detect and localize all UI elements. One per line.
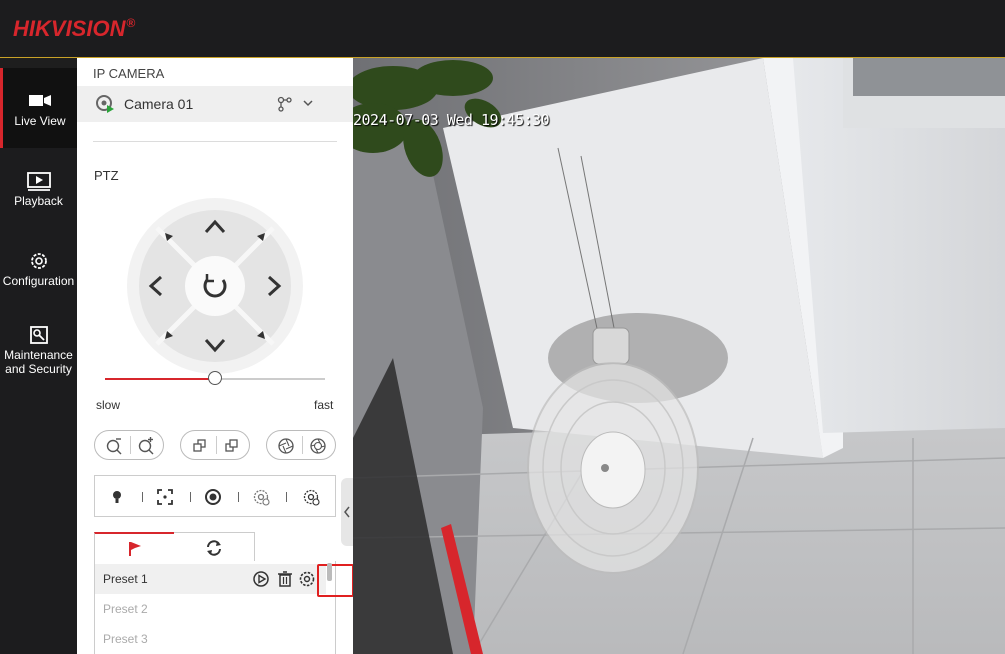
speed-slider-fill xyxy=(105,378,215,380)
zoom-control xyxy=(94,430,164,460)
preset-settings-icon[interactable] xyxy=(296,568,318,590)
chevron-left-icon xyxy=(344,506,350,518)
chevron-down-icon[interactable] xyxy=(302,98,314,108)
hikvision-logo: HIKVISION® xyxy=(13,16,135,42)
gear-icon xyxy=(30,253,47,269)
3d-positioning-icon[interactable] xyxy=(155,487,175,507)
nav-label-live-view: Live View xyxy=(14,114,66,128)
camera-selector[interactable]: Camera 01 xyxy=(77,86,353,122)
logo-text-hik: HIK xyxy=(13,16,51,41)
pill-separator xyxy=(302,436,303,454)
zoom-in-icon[interactable] xyxy=(135,435,157,457)
top-header: HIKVISION® xyxy=(0,0,1005,58)
nav-label-playback: Playback xyxy=(14,194,63,208)
iris-open-icon[interactable] xyxy=(275,435,297,457)
ip-camera-icon xyxy=(96,95,114,113)
logo-registered-mark: ® xyxy=(126,16,136,30)
ptz-settings-icon[interactable] xyxy=(301,487,321,507)
toolbar-separator xyxy=(190,492,191,502)
light-icon[interactable] xyxy=(107,487,127,507)
pill-separator xyxy=(216,436,217,454)
panel-collapse-handle[interactable] xyxy=(341,478,353,546)
camera-feed-image xyxy=(353,58,1005,654)
nav-label-configuration: Configuration xyxy=(2,274,75,288)
preset-row[interactable]: Preset 2 xyxy=(95,594,326,624)
maintenance-icon xyxy=(29,326,48,344)
preset-row[interactable]: Preset 1 xyxy=(95,564,326,594)
focus-far-icon[interactable] xyxy=(221,435,243,457)
nav-item-configuration[interactable]: Configuration xyxy=(0,228,77,308)
manual-tracking-icon[interactable] xyxy=(203,487,223,507)
ptz-label: PTZ xyxy=(94,168,119,183)
toolbar-separator xyxy=(142,492,143,502)
ptz-control-wheel xyxy=(127,198,303,374)
camera-icon xyxy=(29,95,51,106)
logo-text-vision: VISION xyxy=(50,16,126,41)
iris-control xyxy=(266,430,336,460)
lens-init-icon[interactable] xyxy=(251,487,271,507)
tab-patrol[interactable] xyxy=(174,532,255,562)
preset-flag-icon xyxy=(129,542,141,556)
divider xyxy=(93,141,337,142)
focus-near-icon[interactable] xyxy=(189,435,211,457)
osd-timestamp: 2024-07-03 Wed 19:45:30 xyxy=(353,111,550,129)
call-preset-icon[interactable] xyxy=(250,568,272,590)
nav-item-live-view[interactable]: Live View xyxy=(0,68,77,148)
nav-item-playback[interactable]: Playback xyxy=(0,148,77,228)
speed-slider-handle[interactable] xyxy=(208,371,222,385)
preset-name: Preset 2 xyxy=(103,602,148,616)
preset-name: Preset 3 xyxy=(103,632,148,646)
speed-fast-label: fast xyxy=(314,398,334,412)
tab-preset[interactable] xyxy=(94,532,175,562)
main-nav: Live View Playback Configuration Mainten… xyxy=(0,68,77,654)
toolbar-separator xyxy=(238,492,239,502)
preset-patrol-tabs xyxy=(94,532,336,562)
control-panel: IP CAMERA Camera 01 PTZ slow fast Preset… xyxy=(77,58,354,654)
panel-title: IP CAMERA xyxy=(93,66,165,81)
focus-control xyxy=(180,430,250,460)
call-preset-highlight xyxy=(317,564,354,597)
preset-row[interactable]: Preset 3 xyxy=(95,624,326,654)
nav-label-maintenance-1: Maintenance xyxy=(4,348,73,362)
toolbar-separator xyxy=(286,492,287,502)
iris-close-icon[interactable] xyxy=(307,435,329,457)
ptz-function-toolbar xyxy=(94,475,336,517)
preset-list-scrollbar[interactable] xyxy=(327,563,332,581)
patrol-refresh-icon xyxy=(207,540,221,556)
preset-list: Preset 1 Preset 2 Preset 3 xyxy=(94,561,354,654)
live-video-view[interactable]: 2024-07-03 Wed 19:45:30 xyxy=(353,58,1005,654)
nav-label-maintenance-2: and Security xyxy=(5,362,72,376)
pill-separator xyxy=(130,436,131,454)
speed-slow-label: slow xyxy=(96,398,121,412)
preset-name: Preset 1 xyxy=(103,572,148,586)
nav-item-maintenance[interactable]: Maintenance and Security xyxy=(0,308,77,398)
ptz-speed-slider[interactable] xyxy=(105,371,325,385)
playback-icon xyxy=(26,172,51,191)
zoom-out-icon[interactable] xyxy=(103,435,125,457)
delete-preset-icon[interactable] xyxy=(274,568,296,590)
channel-tree-icon[interactable] xyxy=(277,96,293,112)
camera-name: Camera 01 xyxy=(124,96,194,112)
